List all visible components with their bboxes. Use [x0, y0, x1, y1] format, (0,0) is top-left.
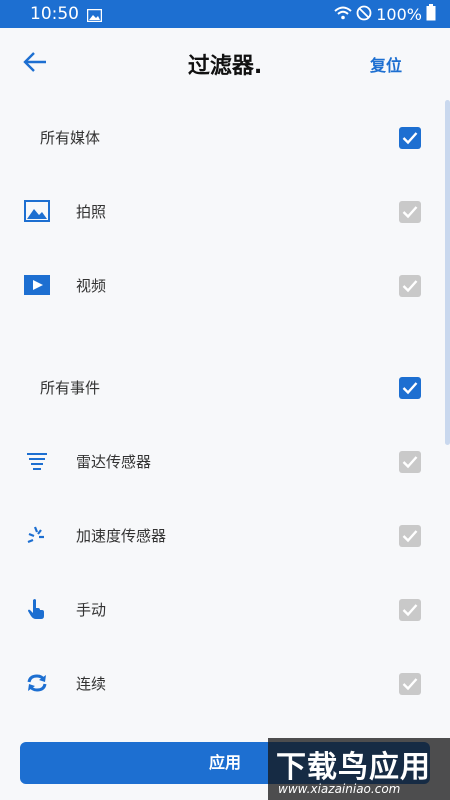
section-label: 所有事件 [40, 379, 101, 397]
watermark: 下载鸟应用 www.xiazainiao.com [268, 738, 450, 800]
check-icon [402, 280, 418, 293]
status-time: 10:50 [30, 4, 79, 24]
radar-icon [24, 450, 50, 474]
reset-button[interactable]: 复位 [370, 52, 402, 76]
video-icon [24, 274, 50, 298]
check-icon [402, 456, 418, 469]
section-all-events[interactable]: 所有事件 [0, 364, 450, 412]
radar-sensor-checkbox[interactable] [399, 451, 421, 473]
item-label: 雷达传感器 [76, 453, 152, 471]
filter-item-radar-sensor[interactable]: 雷达传感器 [0, 438, 450, 486]
manual-checkbox[interactable] [399, 599, 421, 621]
section-all-media[interactable]: 所有媒体 [0, 114, 450, 162]
loop-icon [24, 672, 50, 696]
watermark-url: www.xiazainiao.com [278, 782, 401, 796]
hand-pointer-icon [24, 598, 50, 622]
check-icon [402, 382, 418, 395]
section-label: 所有媒体 [40, 129, 101, 147]
filter-item-accelerometer[interactable]: 加速度传感器 [0, 512, 450, 560]
filter-item-continuous[interactable]: 连续 [0, 660, 450, 708]
filter-item-photo[interactable]: 拍照 [0, 188, 450, 236]
item-label: 连续 [76, 675, 107, 693]
watermark-text: 下载鸟应用 [276, 750, 431, 785]
check-icon [402, 132, 418, 145]
item-label: 手动 [76, 601, 107, 619]
check-icon [402, 206, 418, 219]
continuous-checkbox[interactable] [399, 673, 421, 695]
all-media-checkbox[interactable] [399, 127, 421, 149]
check-icon [402, 530, 418, 543]
wifi-icon [334, 5, 352, 24]
app-bar: 过滤器. 复位 [0, 28, 450, 96]
battery-icon [426, 4, 436, 25]
check-icon [402, 678, 418, 691]
item-label: 加速度传感器 [76, 527, 167, 545]
check-icon [402, 604, 418, 617]
photo-icon [24, 200, 50, 224]
accelerometer-icon [24, 524, 50, 548]
filter-item-video[interactable]: 视频 [0, 262, 450, 310]
item-label: 视频 [76, 277, 107, 295]
status-right: 100% [334, 4, 436, 25]
filter-item-manual[interactable]: 手动 [0, 586, 450, 634]
do-not-disturb-icon [356, 5, 372, 25]
all-events-checkbox[interactable] [399, 377, 421, 399]
status-bar: 10:50 100% [0, 0, 450, 28]
gallery-icon [86, 7, 103, 26]
accelerometer-checkbox[interactable] [399, 525, 421, 547]
photo-checkbox[interactable] [399, 201, 421, 223]
battery-level: 100% [376, 5, 422, 24]
item-label: 拍照 [76, 203, 107, 221]
scrollbar[interactable] [445, 100, 450, 445]
video-checkbox[interactable] [399, 275, 421, 297]
